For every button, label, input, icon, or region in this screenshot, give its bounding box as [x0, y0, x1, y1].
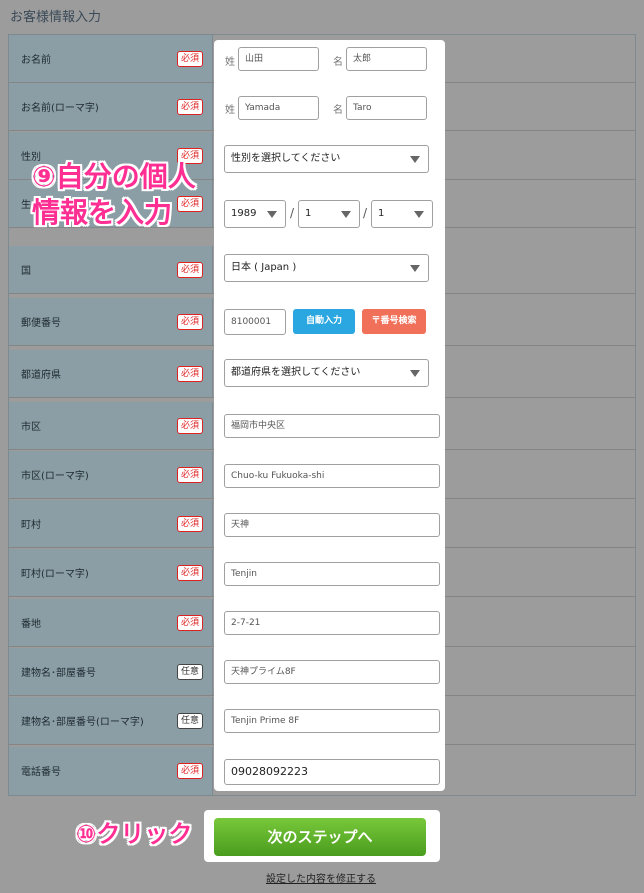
- required-badge: 必須: [177, 99, 204, 115]
- phone-input[interactable]: 09028092223: [224, 759, 440, 785]
- birth-month-select[interactable]: 1: [298, 200, 360, 228]
- chevron-down-icon: [410, 370, 420, 377]
- city-input[interactable]: 福岡市中央区: [224, 414, 440, 438]
- required-badge: 必須: [177, 615, 204, 631]
- row-label: 生: [21, 200, 31, 211]
- mei-label: 名: [333, 57, 343, 68]
- mei-roman-input[interactable]: Taro: [346, 96, 427, 120]
- next-step-button[interactable]: 次のステップへ: [214, 818, 426, 856]
- step9-annotation: ⑨自分の個人 情報を入力: [32, 159, 196, 231]
- required-badge: 必須: [177, 418, 204, 434]
- row-label: 郵便番号: [21, 318, 61, 329]
- page-title: お客様情報入力: [10, 10, 102, 25]
- optional-badge: 任意: [177, 713, 204, 729]
- row-label: お名前: [21, 55, 51, 66]
- row-label: 建物名･部屋番号: [21, 668, 96, 679]
- required-badge: 必須: [177, 51, 204, 67]
- country-select-value: 日本 ( Japan ): [231, 262, 297, 273]
- town-roman-input[interactable]: Tenjin: [224, 562, 440, 586]
- row-label: 町村: [21, 520, 41, 531]
- chevron-down-icon: [267, 211, 277, 218]
- required-badge: 必須: [177, 262, 204, 278]
- mei-input[interactable]: 太郎: [346, 47, 427, 71]
- building-roman-input[interactable]: Tenjin Prime 8F: [224, 709, 440, 733]
- birth-day-value: 1: [378, 208, 385, 219]
- row-label: 建物名･部屋番号(ローマ字): [21, 717, 144, 728]
- required-badge: 必須: [177, 366, 204, 382]
- row-label: 国: [21, 266, 31, 277]
- required-badge: 必須: [177, 467, 204, 483]
- birth-year-select[interactable]: 1989: [224, 200, 286, 228]
- date-separator: /: [290, 206, 295, 220]
- required-badge: 必須: [177, 314, 204, 330]
- row-label: 市区(ローマ字): [21, 471, 89, 482]
- date-separator: /: [363, 206, 368, 220]
- row-label: お名前(ローマ字): [21, 103, 99, 114]
- chevron-down-icon: [410, 265, 420, 272]
- modify-settings-link[interactable]: 設定した内容を修正する: [266, 870, 376, 885]
- prefecture-select[interactable]: 都道府県を選択してください: [224, 359, 429, 387]
- sei-input[interactable]: 山田: [238, 47, 319, 71]
- town-input[interactable]: 天神: [224, 513, 440, 537]
- postal-input[interactable]: 8100001: [224, 309, 286, 335]
- address-input[interactable]: 2-7-21: [224, 611, 440, 635]
- chevron-down-icon: [341, 211, 351, 218]
- row-label: 電話番号: [21, 767, 61, 778]
- sei-roman-input[interactable]: Yamada: [238, 96, 319, 120]
- sei-label: 姓: [225, 57, 235, 68]
- required-badge: 必須: [177, 763, 204, 779]
- row-label: 番地: [21, 619, 41, 630]
- building-input[interactable]: 天神プライム8F: [224, 660, 440, 684]
- country-select[interactable]: 日本 ( Japan ): [224, 254, 429, 282]
- chevron-down-icon: [414, 211, 424, 218]
- gender-select[interactable]: 性別を選択してください: [224, 145, 429, 173]
- step10-annotation: ⑩クリック: [76, 820, 193, 848]
- sei-roman-label: 姓: [225, 105, 235, 116]
- required-badge: 必須: [177, 516, 204, 532]
- mei-roman-label: 名: [333, 105, 343, 116]
- step9-line1: ⑨自分の個人: [32, 160, 196, 193]
- optional-badge: 任意: [177, 664, 204, 680]
- birth-month-value: 1: [305, 208, 312, 219]
- chevron-down-icon: [410, 156, 420, 163]
- prefecture-select-value: 都道府県を選択してください: [231, 367, 361, 378]
- gender-select-value: 性別を選択してください: [231, 153, 341, 164]
- birth-day-select[interactable]: 1: [371, 200, 433, 228]
- row-label: 市区: [21, 422, 41, 433]
- required-badge: 必須: [177, 565, 204, 581]
- city-roman-input[interactable]: Chuo-ku Fukuoka-shi: [224, 464, 440, 488]
- row-label: 都道府県: [21, 370, 61, 381]
- birth-year-value: 1989: [231, 208, 257, 219]
- step9-line2: 情報を入力: [32, 196, 173, 229]
- row-label: 町村(ローマ字): [21, 569, 89, 580]
- postal-search-button[interactable]: 〒番号検索: [362, 309, 426, 334]
- auto-fill-button[interactable]: 自動入力: [293, 309, 355, 334]
